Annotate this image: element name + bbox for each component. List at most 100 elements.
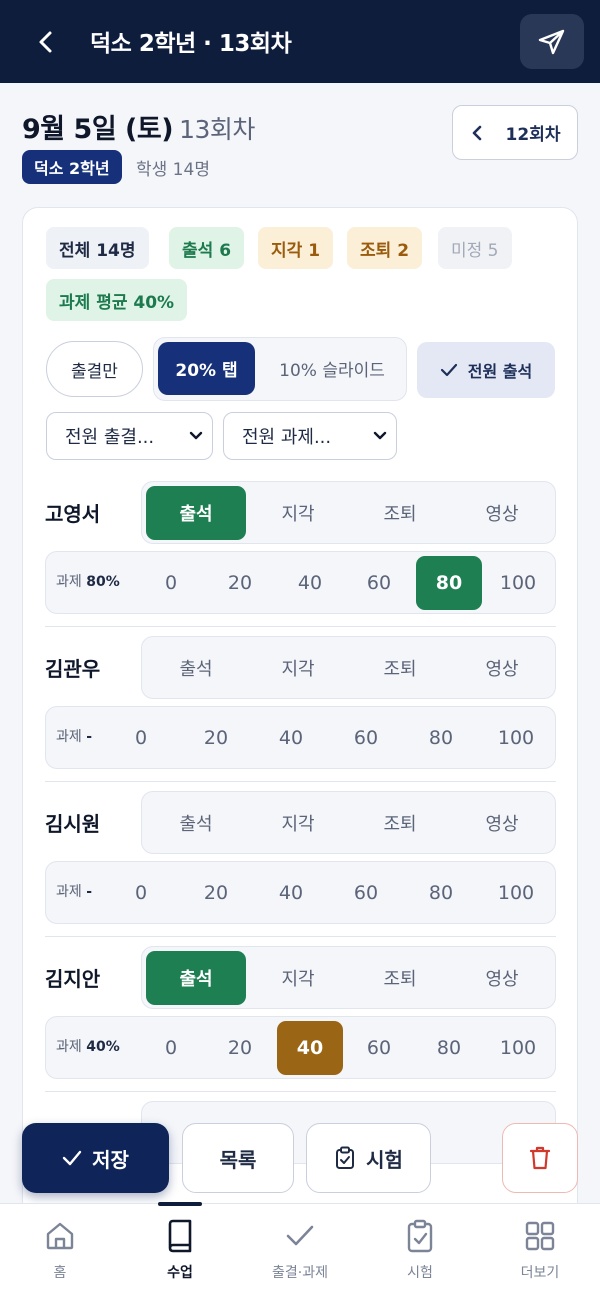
select-all-homework-value: 전원 과제...	[242, 427, 332, 448]
homework-option-100[interactable]: 100	[485, 1021, 551, 1075]
attendance-option-late[interactable]: 지각	[248, 951, 348, 1005]
attendance-option-early-leave[interactable]: 조퇴	[350, 641, 450, 695]
homework-option-60[interactable]: 60	[333, 711, 399, 765]
homework-option-80[interactable]: 80	[408, 711, 474, 765]
homework-prefix: 과제	[56, 574, 87, 590]
homework-prefix: 과제	[56, 729, 87, 745]
mode-tap-20[interactable]: 20% 탭	[158, 342, 255, 395]
tab-home[interactable]: 홈	[0, 1204, 120, 1298]
save-label: 저장	[92, 1147, 129, 1172]
previous-session-button[interactable]: 12회차	[452, 105, 578, 160]
select-all-attendance[interactable]: 전원 출결...	[46, 412, 213, 460]
homework-segment: 과제 40% 0 20 40 60 80 100	[45, 1016, 556, 1079]
tab-exam-label: 시험	[407, 1265, 433, 1281]
clipboard-check-icon	[336, 1146, 355, 1169]
tab-more-label: 더보기	[520, 1265, 560, 1281]
attendance-option-early-leave[interactable]: 조퇴	[350, 951, 450, 1005]
tab-exam[interactable]: 시험	[360, 1204, 480, 1298]
homework-option-0[interactable]: 0	[108, 711, 174, 765]
homework-option-80[interactable]: 80	[416, 1021, 482, 1075]
attendance-option-early-leave[interactable]: 조퇴	[350, 486, 450, 540]
student-name: 김시원	[45, 812, 101, 836]
select-all-homework[interactable]: 전원 과제...	[223, 412, 397, 460]
tab-class-label: 수업	[167, 1265, 193, 1281]
exam-button[interactable]: 시험	[306, 1123, 431, 1193]
app-bar: 덕소 2학년 · 13회차	[0, 0, 600, 83]
homework-option-40[interactable]: 40	[258, 866, 324, 920]
homework-option-0[interactable]: 0	[138, 556, 204, 610]
tab-attendance-homework[interactable]: 출결·과제	[240, 1204, 360, 1298]
homework-segment: 과제 80% 0 20 40 60 80 100	[45, 551, 556, 614]
attendance-option-present[interactable]: 출석	[146, 486, 246, 540]
attendance-option-video[interactable]: 영상	[452, 486, 552, 540]
tab-home-label: 홈	[53, 1265, 67, 1281]
homework-option-40[interactable]: 40	[277, 1021, 343, 1075]
chip-attend[interactable]: 출석 6	[169, 227, 245, 269]
homework-label: 과제 80%	[56, 571, 120, 591]
student-name: 고영서	[45, 502, 101, 526]
student-count: 학생 14명	[136, 160, 210, 180]
all-attend-label: 전원 출석	[467, 362, 533, 381]
list-label: 목록	[219, 1147, 257, 1172]
homework-label: 과제 -	[56, 726, 92, 746]
chevron-down-icon	[373, 431, 387, 440]
tab-more[interactable]: 더보기	[480, 1204, 600, 1298]
homework-option-20[interactable]: 20	[207, 556, 273, 610]
home-icon	[46, 1222, 74, 1250]
date-text: 9월 5일 (토)	[22, 114, 174, 145]
attendance-segment: 출석 지각 조퇴 영상	[141, 636, 556, 699]
chip-homework-average: 과제 평균 40%	[46, 279, 188, 321]
homework-option-20[interactable]: 20	[183, 711, 249, 765]
attendance-only-toggle[interactable]: 출결만	[46, 341, 143, 397]
attendance-option-present[interactable]: 출석	[146, 641, 246, 695]
homework-value: -	[86, 729, 93, 745]
homework-option-100[interactable]: 100	[483, 866, 549, 920]
homework-label: 과제 40%	[56, 1036, 120, 1056]
attendance-option-late[interactable]: 지각	[248, 641, 348, 695]
all-attend-button[interactable]: 전원 출석	[417, 342, 555, 398]
attendance-option-present[interactable]: 출석	[146, 951, 246, 1005]
chip-late[interactable]: 지각 1	[258, 227, 334, 269]
attendance-option-late[interactable]: 지각	[248, 796, 348, 850]
homework-option-60[interactable]: 60	[346, 1021, 412, 1075]
chip-undecided[interactable]: 미정 5	[438, 227, 512, 269]
attendance-option-video[interactable]: 영상	[452, 641, 552, 695]
tab-attendance-homework-label: 출결·과제	[272, 1265, 328, 1281]
homework-prefix: 과제	[56, 1039, 87, 1055]
previous-session-label: 12회차	[505, 125, 561, 145]
chip-total[interactable]: 전체 14명	[46, 227, 149, 269]
attendance-option-video[interactable]: 영상	[452, 951, 552, 1005]
mode-slide-10[interactable]: 10% 슬라이드	[262, 342, 402, 395]
homework-option-80[interactable]: 80	[416, 556, 482, 610]
homework-option-20[interactable]: 20	[183, 866, 249, 920]
chip-early[interactable]: 조퇴 2	[347, 227, 423, 269]
delete-button[interactable]	[502, 1123, 578, 1193]
tab-class[interactable]: 수업	[120, 1202, 240, 1298]
homework-option-60[interactable]: 60	[333, 866, 399, 920]
homework-value: 40%	[86, 1039, 120, 1055]
chevron-left-icon	[472, 125, 481, 140]
homework-option-80[interactable]: 80	[408, 866, 474, 920]
homework-option-0[interactable]: 0	[138, 1021, 204, 1075]
input-mode-segment: 20% 탭 10% 슬라이드	[153, 337, 407, 401]
session-number: 13회차	[179, 115, 255, 144]
attendance-option-video[interactable]: 영상	[452, 796, 552, 850]
homework-option-100[interactable]: 100	[483, 711, 549, 765]
save-button[interactable]: 저장	[22, 1123, 169, 1193]
homework-option-60[interactable]: 60	[346, 556, 412, 610]
list-button[interactable]: 목록	[182, 1123, 294, 1193]
homework-segment: 과제 - 0 20 40 60 80 100	[45, 861, 556, 924]
attendance-option-early-leave[interactable]: 조퇴	[350, 796, 450, 850]
homework-option-20[interactable]: 20	[207, 1021, 273, 1075]
attendance-option-late[interactable]: 지각	[248, 486, 348, 540]
book-icon	[168, 1219, 192, 1253]
back-icon[interactable]	[30, 26, 62, 58]
homework-option-0[interactable]: 0	[108, 866, 174, 920]
homework-option-40[interactable]: 40	[277, 556, 343, 610]
homework-option-100[interactable]: 100	[485, 556, 551, 610]
send-button[interactable]	[520, 14, 584, 69]
homework-option-40[interactable]: 40	[258, 711, 324, 765]
attendance-option-present[interactable]: 출석	[146, 796, 246, 850]
session-date: 9월 5일 (토) 13회차	[22, 107, 255, 146]
homework-value: -	[86, 884, 93, 900]
